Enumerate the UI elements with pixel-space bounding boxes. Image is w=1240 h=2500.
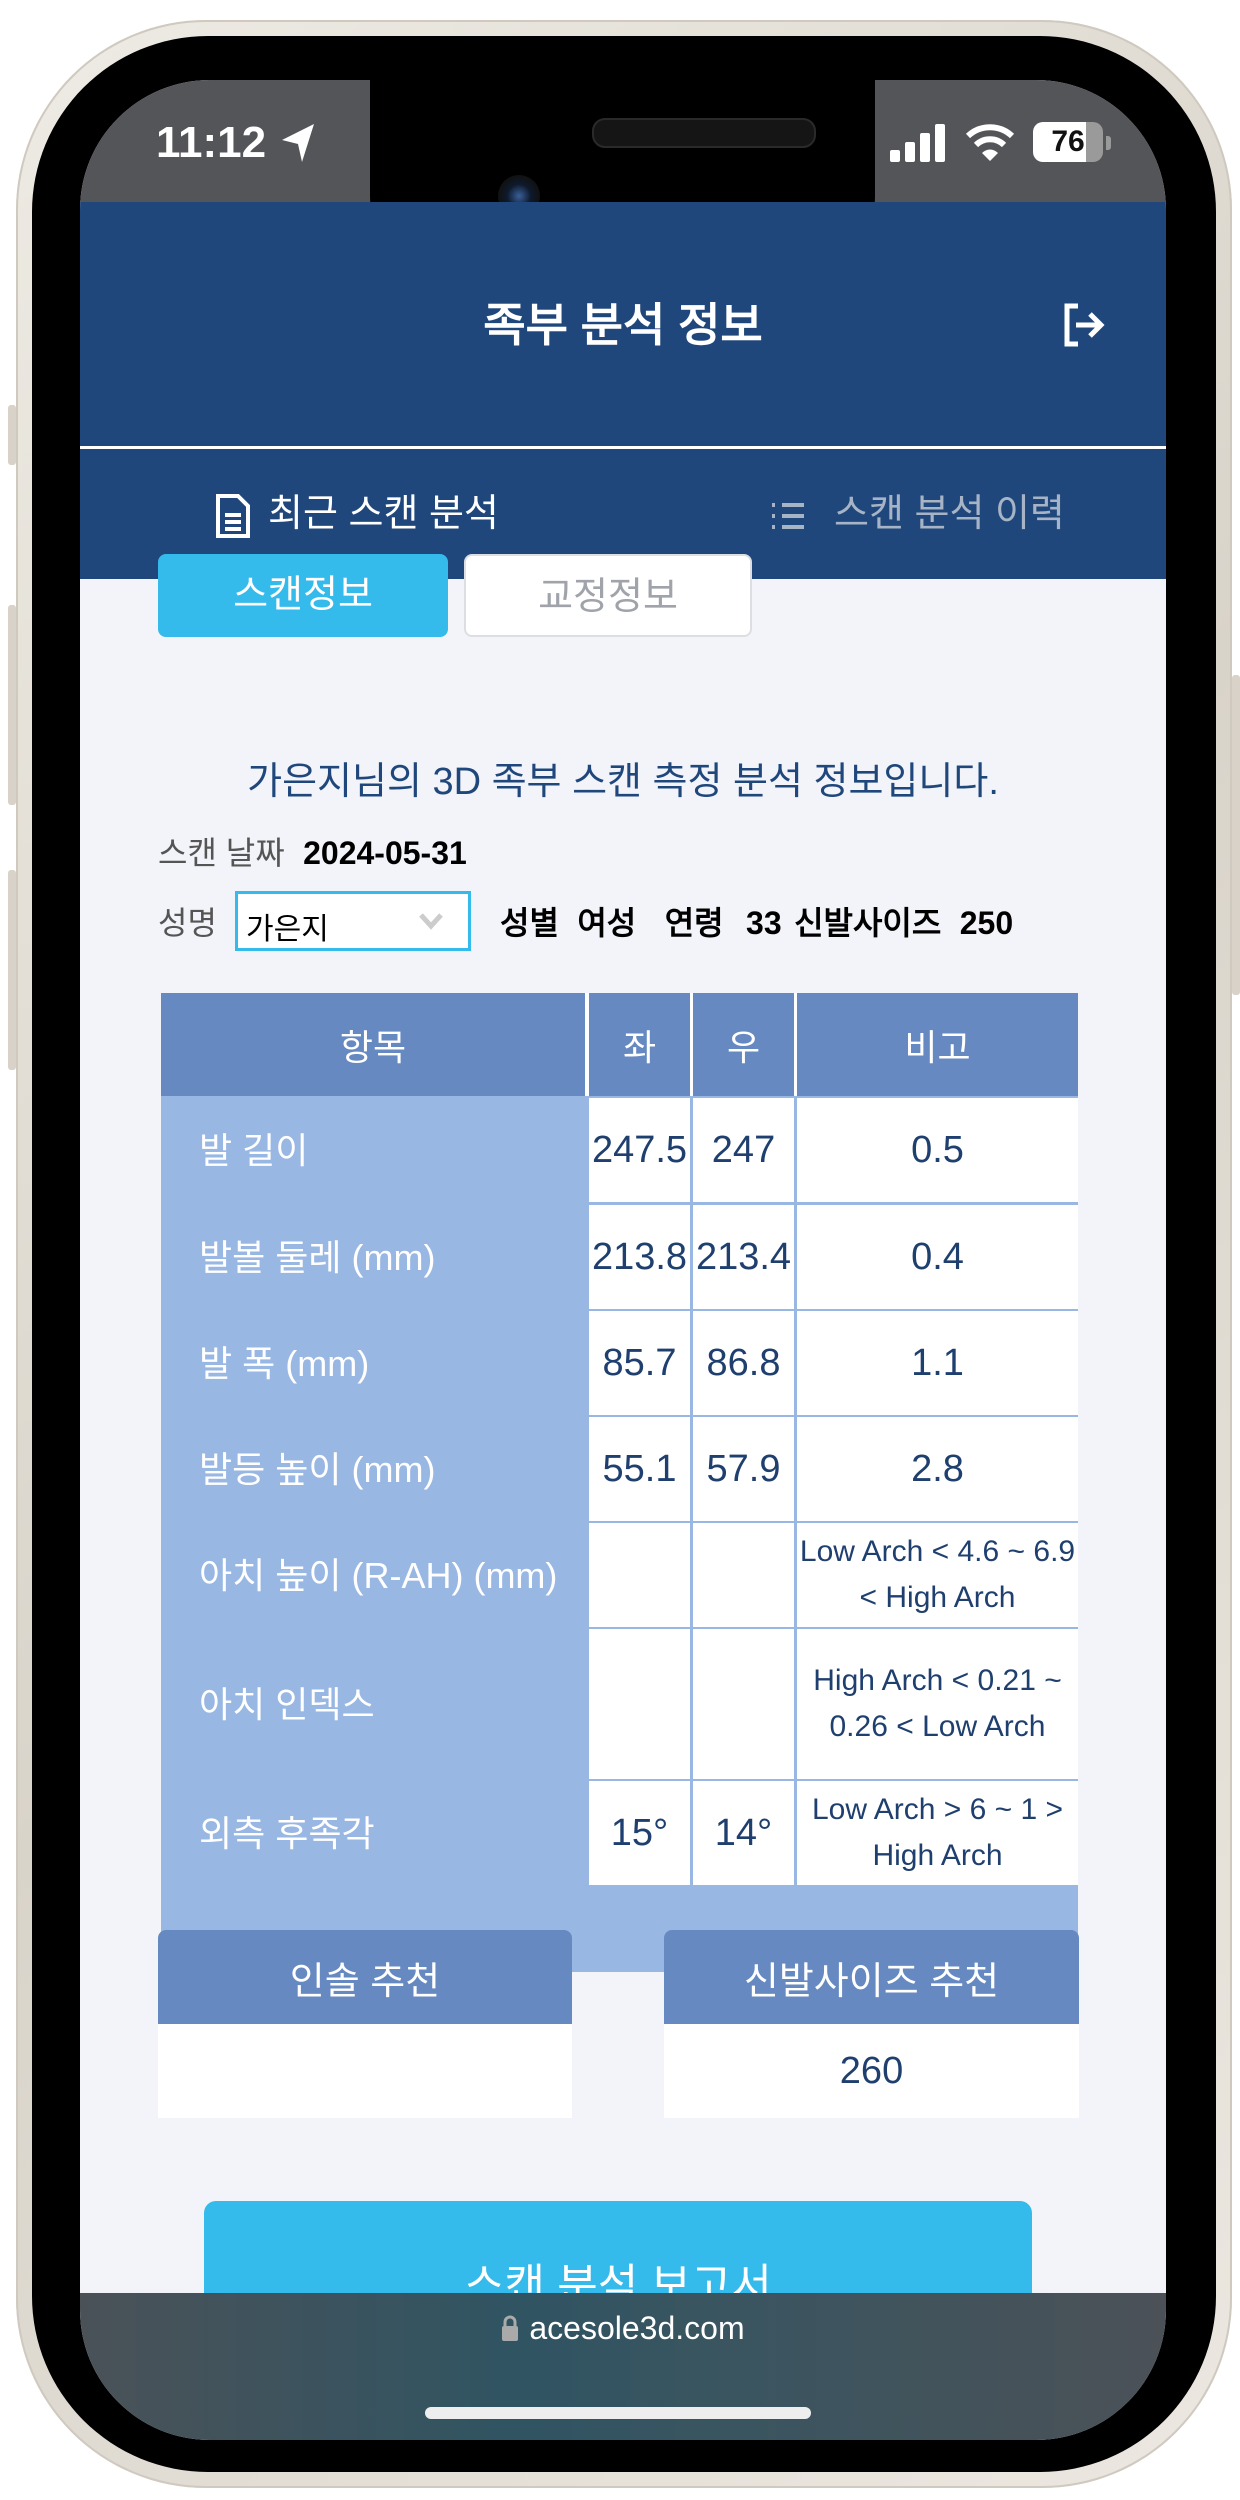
table-cell-right: 213.4 (693, 1205, 794, 1309)
cellular-signal-icon (890, 124, 945, 162)
tab-scan-history[interactable]: 스캔 분석 이력 (770, 449, 1065, 579)
tab-recent-scan-label: 최근 스캔 분석 (268, 493, 499, 535)
screen: 11:12 76 족부 분석 정보 최근 스캔 분석 스캔 분석 이력 스캔정보… (80, 80, 1166, 2440)
volume-up-button (8, 605, 16, 805)
table-cell-left: 55.1 (589, 1417, 690, 1521)
shoe-size-label: 신발사이즈 (794, 905, 942, 941)
table-cell-item: 발볼 둘레 (mm) (161, 1205, 585, 1309)
table-cell-item: 발등 높이 (mm) (161, 1417, 585, 1521)
table-cell-left: 15° (589, 1781, 690, 1885)
scan-date-value: 2024-05-31 (303, 835, 467, 871)
shoe-size-recommend-header: 신발사이즈 추천 (664, 1930, 1079, 2024)
battery-indicator: 76 (1033, 122, 1103, 162)
table-cell-item: 아치 높이 (R-AH) (mm) (161, 1523, 585, 1627)
table-header-right: 우 (693, 993, 794, 1096)
table-header-item: 항목 (161, 993, 585, 1096)
table-cell-right: 14° (693, 1781, 794, 1885)
subtab-correction-info[interactable]: 교정정보 (464, 554, 752, 637)
page-title: 족부 분석 정보 (483, 299, 763, 351)
gender-value: 여성 (577, 905, 637, 941)
table-cell-right: 86.8 (693, 1311, 794, 1415)
battery-level: 76 (1051, 125, 1085, 158)
table-cell-right: 57.9 (693, 1417, 794, 1521)
age-value: 33 (746, 905, 782, 941)
table-cell-note: 0.5 (797, 1098, 1078, 1202)
table-cell-note: High Arch < 0.21 ~ 0.26 < Low Arch (797, 1629, 1078, 1779)
table-cell-right (693, 1523, 794, 1627)
chevron-down-icon (419, 913, 443, 930)
home-indicator[interactable] (425, 2407, 811, 2419)
table-cell-right (693, 1629, 794, 1779)
speaker (592, 118, 816, 148)
insole-recommend-header: 인솔 추천 (158, 1930, 572, 2024)
table-cell-left: 85.7 (589, 1311, 690, 1415)
logout-icon[interactable] (1062, 302, 1106, 348)
volume-down-button (8, 870, 16, 1070)
tab-scan-history-label: 스캔 분석 이력 (834, 493, 1065, 535)
table-cell-left: 213.8 (589, 1205, 690, 1309)
table-cell-item: 아치 인덱스 (161, 1629, 585, 1779)
description: 가은지님의 3D 족부 스캔 측정 분석 정보입니다. (247, 761, 999, 803)
shoe-size-recommend-value: 260 (664, 2024, 1079, 2118)
table-cell-left: 247.5 (589, 1098, 690, 1202)
name-label: 성명 (158, 905, 217, 941)
profile-row: 성별 여성 연령 33 신발사이즈 250 (500, 898, 1013, 944)
table-header-left: 좌 (589, 993, 690, 1096)
table-cell-note: 1.1 (797, 1311, 1078, 1415)
table-cell-note: 2.8 (797, 1417, 1078, 1521)
scan-date-label: 스캔 날짜 (158, 835, 285, 871)
url-text: acesole3d.com (529, 2310, 745, 2346)
shoe-size-value: 250 (959, 905, 1014, 941)
table-cell-right: 247 (693, 1098, 794, 1202)
name-select-value: 가은지 (246, 913, 329, 946)
wifi-icon (966, 124, 1014, 161)
table-cell-item: 외측 후족각 (161, 1781, 585, 1885)
insole-recommend-value (158, 2024, 572, 2118)
table-cell-note: 0.4 (797, 1205, 1078, 1309)
location-arrow-icon (282, 124, 314, 162)
battery-cap (1106, 136, 1111, 150)
table-cell-item: 발 폭 (mm) (161, 1311, 585, 1415)
age-label: 연령 (664, 905, 724, 941)
document-icon (216, 493, 250, 538)
lock-icon (502, 2315, 519, 2341)
name-select[interactable]: 가은지 (235, 891, 471, 951)
power-button (1232, 675, 1240, 995)
scan-date-row: 스캔 날짜 2024-05-31 (158, 828, 467, 874)
table-cell-note: Low Arch > 6 ~ 1 > High Arch (797, 1781, 1078, 1885)
status-time: 11:12 (156, 118, 267, 167)
address-bar[interactable]: acesole3d.com (80, 2310, 1166, 2347)
table-cell-left (589, 1629, 690, 1779)
table-cell-left (589, 1523, 690, 1627)
mute-switch (8, 405, 16, 465)
table-cell-note: Low Arch < 4.6 ~ 6.9 < High Arch (797, 1523, 1078, 1627)
table-header-note: 비고 (797, 993, 1078, 1096)
gender-label: 성별 (500, 905, 559, 941)
table-cell-item: 발 길이 (161, 1098, 585, 1202)
subtab-scan-info[interactable]: 스캔정보 (158, 554, 448, 637)
list-icon (772, 502, 804, 529)
